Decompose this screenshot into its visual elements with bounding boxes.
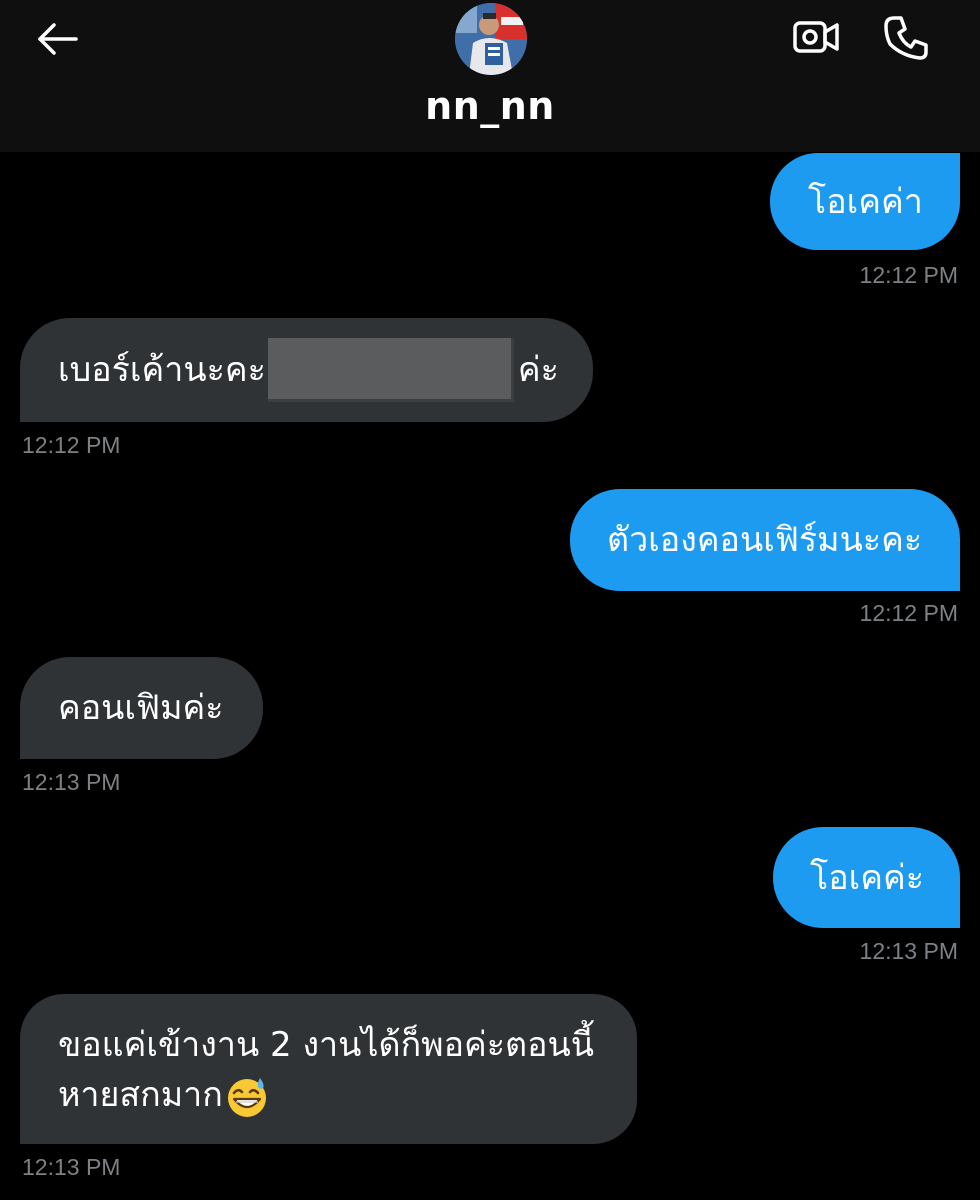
avatar-image: [455, 3, 527, 75]
message-text: คอนเฟิมค่ะ: [58, 688, 224, 728]
video-call-icon: [793, 21, 839, 53]
message-bubble-sent[interactable]: โอเคค่า: [770, 153, 960, 250]
message-timestamp: 12:12 PM: [859, 600, 958, 626]
message-text: โอเคค่า: [808, 181, 923, 222]
message-timestamp: 12:13 PM: [22, 1154, 121, 1180]
message-text-line-2: หายสกมาก: [58, 1070, 637, 1120]
message-bubble-received[interactable]: ขอแค่เข้างาน 2 งานได้ก็พอค่ะตอนนี้ หายสก…: [20, 994, 637, 1144]
message-timestamp: 12:12 PM: [22, 432, 121, 458]
message-timestamp: 12:13 PM: [859, 938, 958, 964]
video-call-button[interactable]: [788, 12, 844, 62]
message-text-suffix: ค่ะ: [517, 350, 559, 390]
message-text: เบอร์เค้านะคะ: [58, 350, 266, 390]
message-text: โอเคค่ะ: [810, 857, 925, 898]
grinning-face-with-sweat-emoji: [227, 1077, 266, 1117]
message-bubble-received[interactable]: คอนเฟิมค่ะ: [20, 657, 263, 759]
message-text: ตัวเองคอนเฟิร์มนะคะ: [607, 520, 923, 560]
back-button[interactable]: [28, 14, 84, 64]
message-bubble-sent[interactable]: ตัวเองคอนเฟิร์มนะคะ: [570, 489, 960, 591]
message-text-line-1: ขอแค่เข้างาน 2 งานได้ก็พอค่ะตอนนี้: [58, 1025, 594, 1065]
message-bubble-sent[interactable]: โอเคค่ะ: [773, 827, 960, 928]
conversation-header: nn_nn: [0, 0, 980, 152]
dm-conversation-screen: nn_nn โอเคค่า 12:12 PM เบอร์เค้านะคะ ค่ะ …: [0, 0, 980, 1200]
arrow-left-icon: [38, 23, 78, 55]
phone-icon: [884, 16, 928, 60]
avatar[interactable]: [455, 3, 527, 75]
redacted-phone-number: [267, 338, 514, 402]
message-timestamp: 12:12 PM: [859, 262, 958, 288]
message-bubble-received[interactable]: เบอร์เค้านะคะ ค่ะ: [20, 318, 593, 422]
contact-name[interactable]: nn_nn: [0, 84, 980, 128]
message-text-line-2-text: หายสกมาก: [58, 1075, 223, 1115]
message-timestamp: 12:13 PM: [22, 769, 121, 795]
phone-call-button[interactable]: [878, 10, 934, 66]
